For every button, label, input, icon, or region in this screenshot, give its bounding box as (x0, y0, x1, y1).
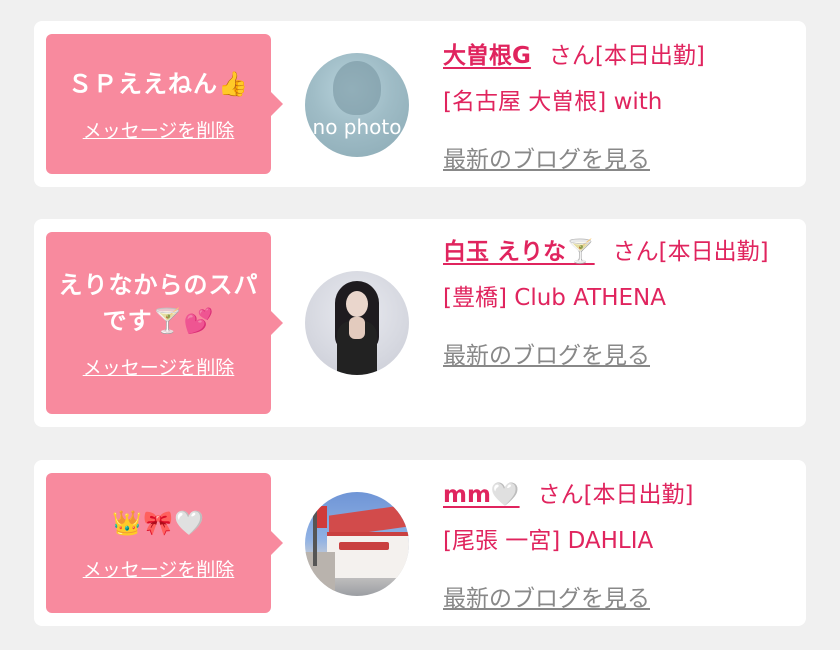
message-bubble: 👑🎀🤍 メッセージを削除 (46, 473, 283, 613)
profile-info: 大曽根G さん[本日出勤] [名古屋 大曽根] with 最新のブログを見る (443, 33, 790, 183)
avatar-photo-neck (349, 317, 365, 339)
avatar[interactable] (305, 492, 409, 596)
latest-blog-link[interactable]: 最新のブログを見る (443, 137, 790, 183)
avatar-photo-wall (305, 552, 335, 596)
honorific: さん (537, 482, 584, 508)
delete-message-link[interactable]: メッセージを削除 (83, 353, 235, 380)
message-text: ＳＰええねん👍 (68, 69, 249, 98)
avatar-photo-face (346, 291, 368, 317)
favorites-list: ＳＰええねん👍 メッセージを削除 no photo 大曽根G さん[本日出勤] [… (0, 0, 840, 650)
message-bubble: えりなからのスパ です🍸💕 メッセージを削除 (46, 232, 283, 414)
latest-blog-link[interactable]: 最新のブログを見る (443, 576, 790, 622)
honorific: さん (612, 239, 659, 265)
profile-name-link[interactable]: 大曽根G (443, 43, 531, 69)
delete-message-link[interactable]: メッセージを削除 (83, 116, 235, 143)
profile-info: mm🤍 さん[本日出勤] [尾張 一宮] DAHLIA 最新のブログを見る (443, 472, 790, 622)
message-line: えりなからのスパ (58, 270, 259, 299)
silhouette-icon (333, 61, 381, 115)
latest-blog-link[interactable]: 最新のブログを見る (443, 333, 790, 379)
favorite-card: えりなからのスパ です🍸💕 メッセージを削除 白玉 えりな🍸 さん[本日出勤] [… (34, 219, 806, 427)
message-line: です🍸💕 (102, 306, 215, 335)
delete-message-link[interactable]: メッセージを削除 (83, 555, 235, 582)
attendance-status: [本日出勤] (594, 43, 705, 69)
message-text: 👑🎀🤍 (112, 508, 205, 537)
avatar[interactable]: no photo (305, 53, 409, 157)
profile-info: 白玉 えりな🍸 さん[本日出勤] [豊橋] Club ATHENA 最新のブログを… (443, 229, 790, 379)
favorite-card: 👑🎀🤍 メッセージを削除 mm🤍 さん[本日出勤] [尾張 一宮] DAHLIA … (34, 460, 806, 626)
message-text: えりなからのスパ です🍸💕 (49, 267, 269, 339)
shop-info: [名古屋 大曽根] with (443, 89, 663, 115)
attendance-status: [本日出勤] (658, 239, 769, 265)
profile-name-link[interactable]: 白玉 えりな🍸 (443, 239, 595, 265)
shop-info: [尾張 一宮] DAHLIA (443, 528, 654, 554)
profile-name-link[interactable]: mm🤍 (443, 482, 520, 508)
shop-info: [豊橋] Club ATHENA (443, 285, 666, 311)
honorific: さん (548, 43, 595, 69)
avatar[interactable] (305, 271, 409, 375)
avatar-photo-flag (317, 506, 327, 528)
attendance-status: [本日出勤] (583, 482, 694, 508)
avatar-photo-sign (339, 542, 389, 550)
no-photo-label: no photo (312, 115, 402, 139)
message-bubble: ＳＰええねん👍 メッセージを削除 (46, 34, 283, 174)
avatar-photo-building (327, 532, 409, 578)
favorite-card: ＳＰええねん👍 メッセージを削除 no photo 大曽根G さん[本日出勤] [… (34, 21, 806, 187)
